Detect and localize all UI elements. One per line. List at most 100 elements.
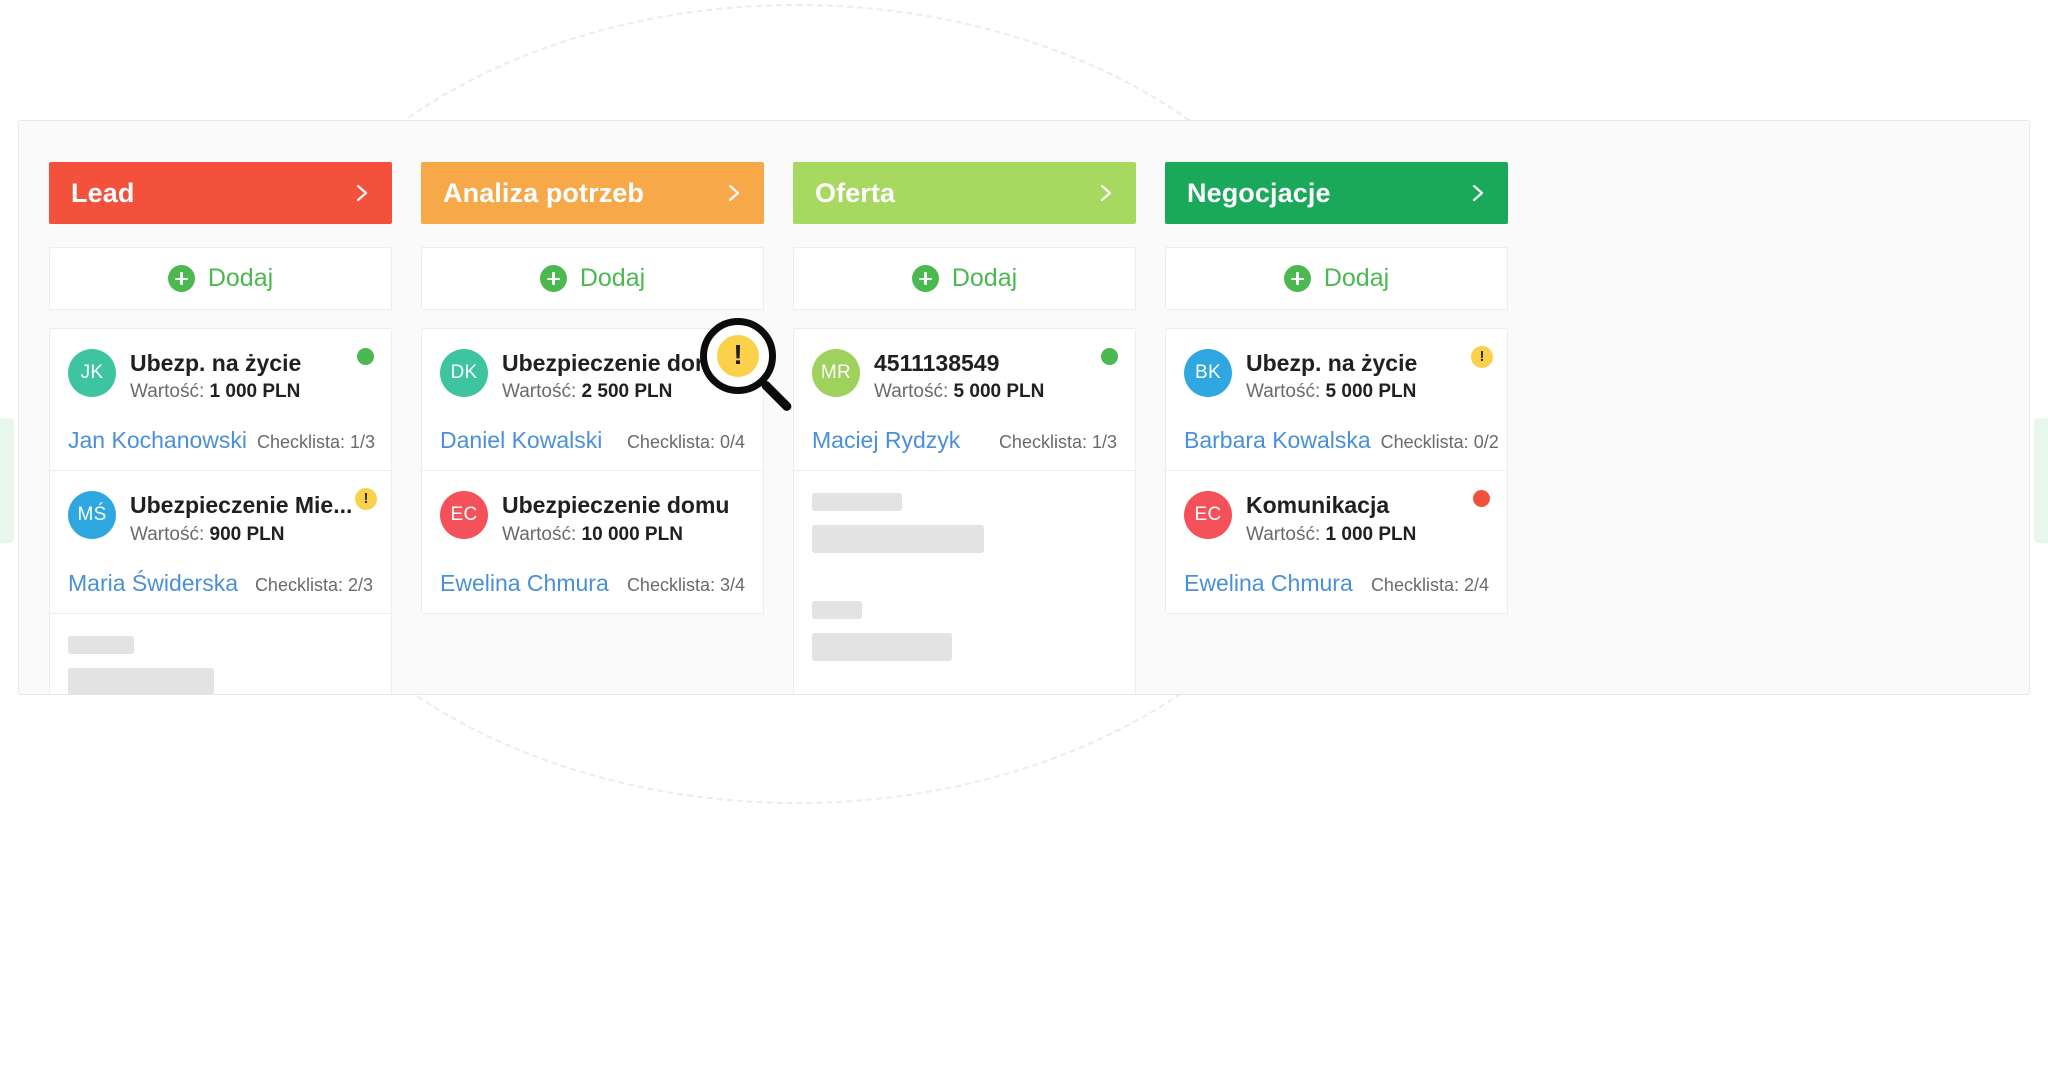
deal-card-top: MŚ Ubezpieczenie Mie... Wartość: 900 PLN <box>68 491 373 545</box>
avatar: BK <box>1184 349 1232 397</box>
chevron-right-icon[interactable] <box>1468 183 1488 203</box>
add-deal-button[interactable]: Dodaj <box>793 247 1136 310</box>
deal-value: Wartość: 2 500 PLN <box>502 381 729 403</box>
deal-value: Wartość: 900 PLN <box>130 524 352 546</box>
deal-value-label: Wartość: <box>1246 523 1321 545</box>
deal-card-texts: Ubezp. na życie Wartość: 1 000 PLN <box>130 349 301 403</box>
deal-card-texts: Ubezpieczenie domu Wartość: 2 500 PLN <box>502 349 729 403</box>
plus-icon <box>539 265 567 292</box>
checklist-status: Checklista: 0/4 <box>626 432 745 453</box>
deal-card-texts: Ubezpieczenie Mie... Wartość: 900 PLN <box>130 491 352 545</box>
skeleton-bar <box>812 601 862 620</box>
warning-badge-icon: ! <box>1471 346 1493 368</box>
contact-name-link[interactable]: Ewelina Chmura <box>1184 570 1353 597</box>
deal-card[interactable]: ! MŚ Ubezpieczenie Mie... Wartość: 900 PLN M… <box>50 471 391 614</box>
deal-card-top: JK Ubezp. na życie Wartość: 1 000 PLN <box>68 349 373 403</box>
deal-card[interactable]: MR 4511138549 Wartość: 5 000 PLN Maciej Ryd… <box>794 329 1135 472</box>
avatar: EC <box>440 491 488 540</box>
checklist-status: Checklista: 0/2 <box>1380 432 1499 453</box>
deal-value-label: Wartość: <box>502 381 577 403</box>
chevron-right-icon[interactable] <box>352 183 372 203</box>
deal-title: Komunikacja <box>1246 492 1390 519</box>
plus-icon <box>911 265 939 292</box>
skeleton-bar <box>812 493 902 512</box>
deal-title: 4511138549 <box>874 350 1000 376</box>
chevron-right-icon[interactable] <box>724 183 744 203</box>
deal-title: Ubezpieczenie domu <box>502 492 730 519</box>
contact-name-link[interactable]: Maciej Rydzyk <box>812 427 960 454</box>
add-deal-button[interactable]: Dodaj <box>1165 247 1508 310</box>
deal-card-bottom: Ewelina Chmura Checklista: 2/4 <box>1184 570 1489 597</box>
decor-chip-left <box>0 418 14 543</box>
deal-card[interactable]: ! BK Ubezp. na życie Wartość: 5 000 PLN Barb… <box>1166 329 1507 472</box>
deal-card-top: EC Ubezpieczenie domu Wartość: 10 000 PLN <box>440 491 745 545</box>
add-deal-label: Dodaj <box>207 264 274 292</box>
deal-value: Wartość: 1 000 PLN <box>1246 524 1416 546</box>
contact-name-link[interactable]: Daniel Kowalski <box>440 427 602 454</box>
deal-card[interactable]: ! DK Ubezpieczenie domu Wartość: 2 500 PLN D… <box>422 329 763 472</box>
warning-glyph: ! <box>1479 348 1485 365</box>
chevron-right-icon[interactable] <box>1096 183 1116 203</box>
skeleton-bar <box>812 525 984 554</box>
avatar: DK <box>440 349 488 397</box>
stage-header-3[interactable]: Negocjacje <box>1165 162 1508 224</box>
decor-chip-right <box>2034 418 2048 543</box>
warning-badge-icon: ! <box>727 346 749 368</box>
deal-value-label: Wartość: <box>130 523 205 545</box>
deal-card-bottom: Jan Kochanowski Checklista: 1/3 <box>68 427 376 454</box>
checklist-status: Checklista: 3/4 <box>626 574 745 595</box>
plus-icon <box>167 265 195 292</box>
pipeline-column: Lead Dodaj JK Ubezp. na życie Wartość: 1 000… <box>49 162 392 694</box>
deal-value-amount: 1 000 PLN <box>1325 523 1417 545</box>
deal-value-label: Wartość: <box>130 381 205 403</box>
stage-title: Lead <box>71 177 135 208</box>
contact-name-link[interactable]: Barbara Kowalska <box>1184 427 1371 454</box>
pipeline-board: Lead Dodaj JK Ubezp. na życie Wartość: 1 000… <box>18 120 2030 695</box>
deal-value-amount: 5 000 PLN <box>953 381 1045 403</box>
deal-value: Wartość: 5 000 PLN <box>1246 381 1417 403</box>
deal-card-bottom: Maciej Rydzyk Checklista: 1/3 <box>812 427 1117 454</box>
avatar: JK <box>68 349 116 397</box>
stage-header-1[interactable]: Analiza potrzeb <box>421 162 764 224</box>
deal-value-amount: 900 PLN <box>209 523 285 545</box>
checklist-status: Checklista: 1/3 <box>998 432 1117 453</box>
skeleton-bar <box>68 635 134 654</box>
stage-header-0[interactable]: Lead <box>49 162 392 224</box>
deal-card[interactable]: EC Ubezpieczenie domu Wartość: 10 000 PLN E… <box>422 471 763 612</box>
avatar: EC <box>1184 491 1232 540</box>
deal-card[interactable]: EC Komunikacja Wartość: 1 000 PLN Ewelina C… <box>1166 471 1507 612</box>
stage-title: Oferta <box>815 177 896 208</box>
deal-card[interactable]: JK Ubezp. na życie Wartość: 1 000 PLN Jan K… <box>50 329 391 472</box>
deal-card-top: EC Komunikacja Wartość: 1 000 PLN <box>1184 491 1489 545</box>
deal-card-top: BK Ubezp. na życie Wartość: 5 000 PLN <box>1184 349 1489 403</box>
checklist-status: Checklista: 1/3 <box>257 432 376 453</box>
add-deal-label: Dodaj <box>951 264 1018 292</box>
deal-card-stack: ! DK Ubezpieczenie domu Wartość: 2 500 PLN D… <box>421 328 764 614</box>
deal-card-bottom: Maria Świderska Checklista: 2/3 <box>68 570 373 597</box>
contact-name-link[interactable]: Ewelina Chmura <box>440 570 609 597</box>
pipeline-column: Negocjacje Dodaj! BK Ubezp. na życie Wartość… <box>1165 162 1508 694</box>
deal-card-texts: 4511138549 Wartość: 5 000 PLN <box>874 349 1044 403</box>
plus-icon <box>1283 265 1311 292</box>
warning-badge-icon: ! <box>355 488 377 511</box>
deal-value-amount: 10 000 PLN <box>581 523 683 545</box>
status-dot <box>357 348 374 365</box>
deal-card-stack: ! BK Ubezp. na życie Wartość: 5 000 PLN Barb… <box>1165 328 1508 614</box>
skeleton-bar <box>812 633 952 662</box>
deal-value-amount: 1 000 PLN <box>209 381 301 403</box>
deal-card-stack: JK Ubezp. na życie Wartość: 1 000 PLN Jan K… <box>49 328 392 694</box>
loading-placeholder-card <box>50 614 391 694</box>
contact-name-link[interactable]: Maria Świderska <box>68 570 238 597</box>
deal-card-texts: Komunikacja Wartość: 1 000 PLN <box>1246 491 1416 545</box>
deal-value-amount: 2 500 PLN <box>581 381 673 403</box>
deal-value: Wartość: 10 000 PLN <box>502 524 729 546</box>
add-deal-button[interactable]: Dodaj <box>49 247 392 310</box>
deal-value-label: Wartość: <box>874 381 949 403</box>
stage-title: Negocjacje <box>1187 177 1331 208</box>
add-deal-button[interactable]: Dodaj <box>421 247 764 310</box>
deal-value: Wartość: 5 000 PLN <box>874 381 1044 403</box>
contact-name-link[interactable]: Jan Kochanowski <box>68 427 247 454</box>
stage-header-2[interactable]: Oferta <box>793 162 1136 224</box>
deal-card-top: DK Ubezpieczenie domu Wartość: 2 500 PLN <box>440 349 745 403</box>
stage-title: Analiza potrzeb <box>443 177 645 208</box>
